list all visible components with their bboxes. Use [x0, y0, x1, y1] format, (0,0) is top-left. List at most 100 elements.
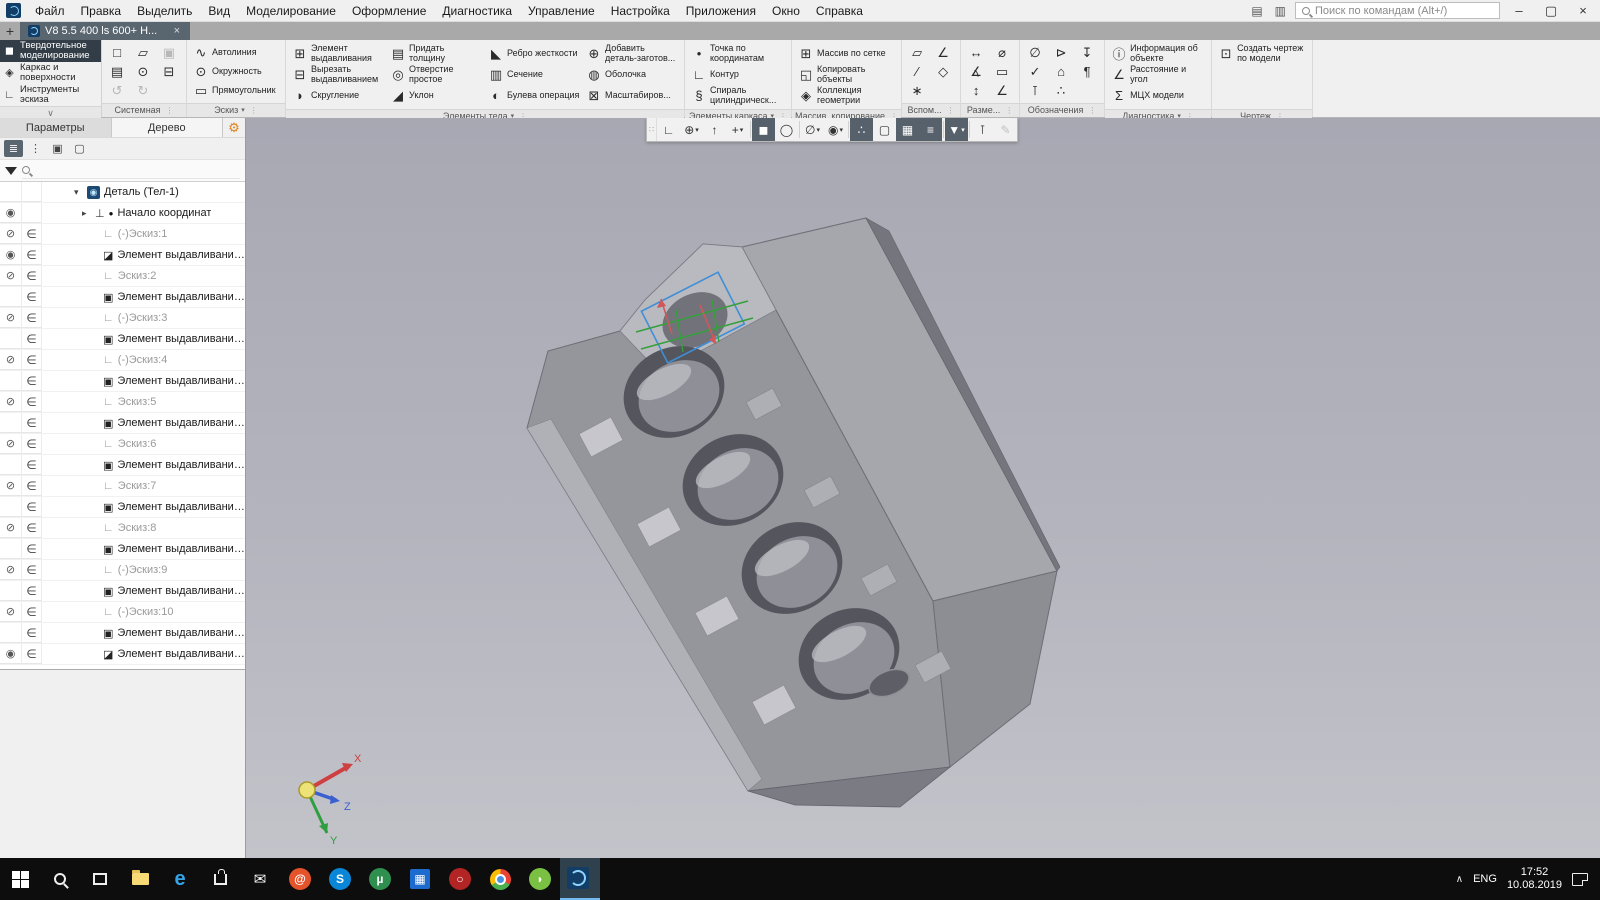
quick-image-button[interactable]: ▦ [896, 118, 919, 141]
tree-item[interactable]: ∈▣Элемент выдавливания:3 [0, 287, 245, 308]
layers-button[interactable]: ≡ [919, 118, 942, 141]
restore-button[interactable]: ▢ [1538, 2, 1564, 20]
tolerance-icon[interactable]: ⌂ [1051, 63, 1071, 80]
expander-icon[interactable]: ▾ [74, 187, 83, 198]
linear-dimension-icon[interactable]: ↔ [966, 44, 986, 61]
tree-item[interactable]: ∈▣Элемент выдавливания:10 [0, 581, 245, 602]
composition-view-icon[interactable]: ▣ [48, 140, 67, 157]
create-drawing-button[interactable]: ⊡Создать чертеж по модели [1217, 44, 1307, 63]
angular-dimension-icon[interactable]: ∡ [966, 63, 986, 80]
tree-filter-icon[interactable] [5, 167, 17, 175]
menu-Вид[interactable]: Вид [200, 2, 238, 20]
tree-structure-view-icon[interactable]: ≣ [4, 140, 23, 157]
menu-Приложения[interactable]: Приложения [678, 2, 764, 20]
ribbon-group-footer-0[interactable]: Системная⋮ [102, 103, 186, 117]
mass-properties-button[interactable]: ΣМЦХ модели [1110, 86, 1206, 105]
roughness-icon[interactable]: ✓ [1025, 63, 1045, 80]
visibility-eye-icon[interactable] [0, 455, 22, 475]
menu-Оформление[interactable]: Оформление [344, 2, 434, 20]
tree-item[interactable]: ∈▣Элемент выдавливания:9 [0, 539, 245, 560]
visibility-eye-icon[interactable]: ◉ [0, 203, 22, 223]
ribbon-group-footer-6[interactable]: Разме...⋮ [961, 103, 1019, 117]
menu-Управление[interactable]: Управление [520, 2, 603, 20]
visibility-eye-icon[interactable] [0, 413, 22, 433]
visibility-eye-icon[interactable]: ⊘ [0, 350, 22, 370]
visibility-eye-icon[interactable]: ⊘ [0, 266, 22, 286]
tree-item[interactable]: ⊘∈∟Эскиз:2 [0, 266, 245, 287]
visibility-eye-icon[interactable] [0, 329, 22, 349]
autoline-button[interactable]: ∿Автолиния [192, 44, 280, 61]
visibility-eye-icon[interactable] [0, 623, 22, 643]
mail-icon[interactable]: ✉ [240, 858, 280, 900]
selection-area-icon[interactable]: ▢ [70, 140, 89, 157]
thicken-button[interactable]: ▤Придать толщину [389, 44, 483, 63]
3d-viewport[interactable]: ∷∟⊕▾↑+▾◼◯∅▾◉▾∴▢▦≡▼▾⊺✎ [246, 118, 1600, 858]
tree-item-origin[interactable]: ◉▸⊥●Начало координат [0, 203, 245, 224]
rectangle-button[interactable]: ▭Прямоугольник [192, 82, 280, 99]
open-document-icon[interactable]: ▱ [133, 44, 153, 61]
tree-item[interactable]: ∈▣Элемент выдавливания:4 [0, 329, 245, 350]
menu-Окно[interactable]: Окно [764, 2, 808, 20]
copy-objects-button[interactable]: ◱Копировать объекты [797, 65, 893, 84]
menu-Выделить[interactable]: Выделить [129, 2, 200, 20]
file-explorer-icon[interactable] [120, 858, 160, 900]
leader-icon[interactable]: ↧ [1077, 44, 1097, 61]
visibility-eye-icon[interactable] [0, 287, 22, 307]
tree-item[interactable]: ∈▣Элемент выдавливания:5 [0, 371, 245, 392]
panels-layout-icon[interactable]: ▥ [1272, 3, 1289, 19]
tree-item[interactable]: ⊘∈∟(-)Эскиз:9 [0, 560, 245, 581]
tree-item[interactable]: ⊘∈∟Эскиз:7 [0, 476, 245, 497]
tree-search-input[interactable] [22, 163, 240, 179]
new-document-icon[interactable]: □ [107, 44, 127, 61]
tree-item[interactable]: ⊘∈∟Эскиз:5 [0, 392, 245, 413]
menu-Файл[interactable]: Файл [27, 2, 73, 20]
rib-button[interactable]: ◣Ребро жесткости [487, 44, 581, 63]
store-icon[interactable] [200, 858, 240, 900]
clipping-button[interactable]: ◉▾ [824, 118, 847, 141]
grid-array-button[interactable]: ⊞Массив по сетке [797, 44, 893, 63]
visibility-eye-icon[interactable] [0, 497, 22, 517]
menu-Моделирование[interactable]: Моделирование [238, 2, 344, 20]
sketch-mode-button[interactable]: ∟ [657, 118, 680, 141]
shaded-view-button[interactable]: ◼ [752, 118, 775, 141]
search-button[interactable] [40, 858, 80, 900]
hidden-lines-button[interactable]: ∅▾ [801, 118, 824, 141]
cylindrical-spiral-button[interactable]: §Спираль цилиндрическ... [690, 86, 786, 105]
tree-item[interactable]: ⊘∈∟Эскиз:8 [0, 518, 245, 539]
tree-item[interactable]: ∈▣Элемент выдавливания:8 [0, 497, 245, 518]
visibility-eye-icon[interactable]: ⊘ [0, 560, 22, 580]
scale-button[interactable]: ⊠Масштабиров... [585, 86, 679, 105]
simple-hole-button[interactable]: ◎Отверстие простое [389, 65, 483, 84]
action-center-icon[interactable] [1572, 873, 1588, 886]
visibility-eye-icon[interactable] [0, 371, 22, 391]
kompas-app-icon[interactable] [560, 858, 600, 900]
fillet-button[interactable]: ◗Скругление [291, 86, 385, 105]
zoom-button[interactable]: ⊕▾ [680, 118, 703, 141]
ribbon-group-footer-7[interactable]: Обозначения⋮ [1020, 103, 1104, 117]
engine-block-model[interactable]: X Y Z [246, 118, 1600, 858]
visibility-eye-icon[interactable] [0, 182, 22, 202]
tree-item[interactable]: ∈▣Элемент выдавливания:7 [0, 455, 245, 476]
distance-angle-button[interactable]: ∠Расстояние и угол [1110, 65, 1206, 84]
menu-Настройка[interactable]: Настройка [603, 2, 678, 20]
new-document-tab-button[interactable]: + [0, 22, 20, 40]
shell-button[interactable]: ◍Оболочка [585, 65, 679, 84]
extrude-cut-button[interactable]: ⊟Вырезать выдавливанием [291, 65, 385, 84]
mode-button-1[interactable]: ◈Каркас и поверхности [0, 62, 101, 84]
command-search-input[interactable]: Поиск по командам (Alt+/) [1295, 2, 1500, 19]
orientation-button[interactable]: ↑ [703, 118, 726, 141]
draft-button[interactable]: ◢Уклон [389, 86, 483, 105]
start-button[interactable] [0, 858, 40, 900]
print-icon[interactable]: ▤ [107, 63, 127, 80]
tree-item[interactable]: ⊘∈∟(-)Эскиз:1 [0, 224, 245, 245]
visibility-eye-icon[interactable]: ⊘ [0, 518, 22, 538]
visibility-eye-icon[interactable]: ◉ [0, 644, 22, 664]
local-cs-icon[interactable]: ∠ [933, 44, 953, 61]
menu-Правка[interactable]: Правка [73, 2, 130, 20]
tree-item[interactable]: ⊘∈∟(-)Эскиз:10 [0, 602, 245, 623]
tree-item[interactable]: ⊘∈∟(-)Эскиз:4 [0, 350, 245, 371]
diameter-dimension-icon[interactable]: ⌀ [992, 44, 1012, 61]
visibility-eye-icon[interactable]: ⊘ [0, 434, 22, 454]
coordinate-triad-button[interactable]: +▾ [726, 118, 749, 141]
tree-item[interactable]: ◉∈◪Элемент выдавливания:1 [0, 245, 245, 266]
